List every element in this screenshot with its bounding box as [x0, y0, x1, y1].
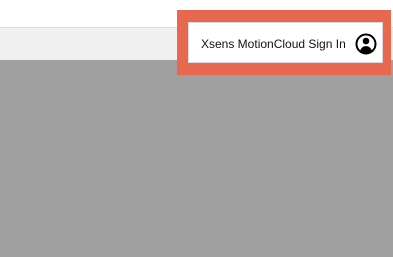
- signin-button-label: Xsens MotionCloud Sign In: [201, 37, 346, 51]
- xsens-motioncloud-signin-button[interactable]: Xsens MotionCloud Sign In: [188, 22, 383, 63]
- content-area: [0, 60, 393, 257]
- user-circle-icon: [355, 33, 377, 55]
